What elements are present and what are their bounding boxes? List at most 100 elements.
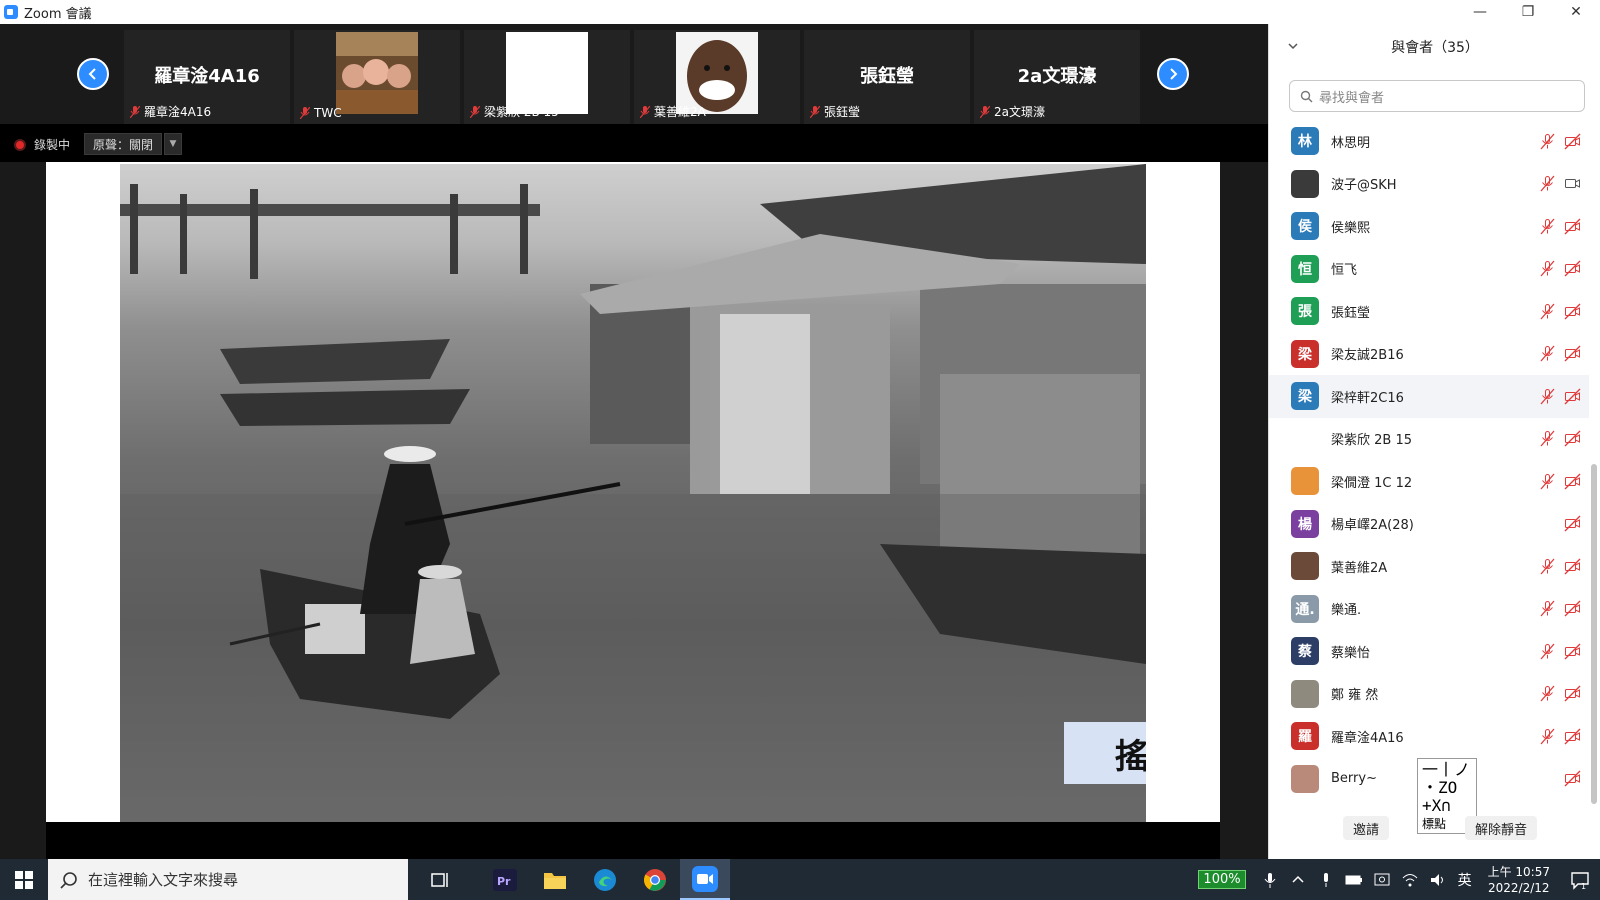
video-tile[interactable]: TWC (294, 30, 460, 124)
participant-row[interactable]: 梁梁梓軒2C16 (1269, 375, 1589, 418)
camera-off-icon[interactable] (1564, 728, 1581, 745)
participant-row[interactable]: 張張鈺瑩 (1269, 290, 1589, 333)
zoom-app[interactable] (680, 859, 730, 900)
camera-off-icon[interactable] (1564, 218, 1581, 235)
clock-time: 上午 10:57 (1487, 864, 1550, 879)
camera-off-icon[interactable] (1564, 303, 1581, 320)
video-tile[interactable]: 葉善維2A (634, 30, 800, 124)
battery-icon[interactable] (1345, 871, 1363, 889)
harbour-boats-image (120, 164, 1146, 822)
mic-muted-icon[interactable] (1539, 430, 1556, 447)
premiere-pro-icon: Pr (493, 868, 517, 891)
participant-name: Berry~ (1331, 771, 1377, 787)
mic-muted-icon[interactable] (1539, 685, 1556, 702)
microphone-tray-icon[interactable] (1317, 871, 1335, 889)
participant-row[interactable]: 恒恒飞 (1269, 248, 1589, 291)
participant-row[interactable]: 梁梁友誠2B16 (1269, 333, 1589, 376)
mic-muted-icon[interactable] (1539, 133, 1556, 150)
battery-percentage[interactable]: 100% (1198, 870, 1246, 889)
participant-row[interactable]: 楊楊卓嶧2A(28) (1269, 503, 1589, 546)
participant-thumbnail (336, 32, 418, 114)
notification-center-button[interactable]: 1 (1560, 859, 1600, 900)
chrome-app[interactable] (630, 859, 680, 900)
participant-row[interactable]: 梁僩澄 1C 12 (1269, 460, 1589, 503)
volume-icon[interactable] (1429, 871, 1447, 889)
participant-row[interactable]: 蔡蔡樂怡 (1269, 630, 1589, 673)
camera-off-icon[interactable] (1564, 133, 1581, 150)
mic-icon[interactable] (1261, 871, 1279, 889)
window-titlebar: Zoom 會議 — ❐ ✕ (0, 0, 1600, 24)
windows-taskbar: 在這裡輸入文字來搜尋 Pr 100% 英 上午 10:57 2022/2/12 … (0, 859, 1600, 900)
participant-row[interactable]: 侯侯樂熙 (1269, 205, 1589, 248)
video-tile[interactable]: 2a文璟濠 2a文璟濠 (974, 30, 1140, 124)
participant-row[interactable]: 梁紫欣 2B 15 (1269, 418, 1589, 461)
camera-off-icon[interactable] (1564, 600, 1581, 617)
start-button[interactable] (0, 859, 48, 900)
camera-off-icon[interactable] (1564, 430, 1581, 447)
taskbar-search-box[interactable]: 在這裡輸入文字來搜尋 (48, 859, 408, 900)
taskbar-clock[interactable]: 上午 10:57 2022/2/12 (1488, 864, 1550, 896)
participant-name: 恒飞 (1331, 263, 1358, 279)
original-sound-dropdown[interactable]: ▼ (164, 133, 182, 155)
participant-row[interactable]: 鄭 雍 然 (1269, 673, 1589, 716)
file-explorer-app[interactable] (530, 859, 580, 900)
mic-muted-icon[interactable] (1539, 473, 1556, 490)
maximize-button[interactable]: ❐ (1504, 0, 1552, 24)
participant-row[interactable]: 波子@SKH (1269, 163, 1589, 206)
camera-off-icon[interactable] (1564, 770, 1581, 787)
participant-name: 波子@SKH (1331, 178, 1397, 194)
mic-muted-icon[interactable] (1539, 388, 1556, 405)
mic-muted-icon[interactable] (1539, 175, 1556, 192)
camera-off-icon[interactable] (1564, 388, 1581, 405)
mic-muted-icon[interactable] (1539, 643, 1556, 660)
participant-row[interactable]: 葉善維2A (1269, 545, 1589, 588)
camera-off-icon[interactable] (1564, 643, 1581, 660)
input-language[interactable]: 英 (1458, 870, 1472, 890)
video-tile[interactable]: 梁紫欣 2B 15 (464, 30, 630, 124)
video-tile[interactable]: 羅章淦4A16 羅章淦4A16 (124, 30, 290, 124)
camera-off-icon[interactable] (1564, 345, 1581, 362)
camera-off-icon[interactable] (1564, 473, 1581, 490)
next-page-button[interactable] (1157, 58, 1189, 90)
participant-status-icons (1539, 473, 1581, 490)
premiere-pro-app[interactable]: Pr (480, 859, 530, 900)
recording-indicator[interactable]: 錄製中 (14, 136, 70, 153)
participant-list-scrollbar[interactable] (1591, 464, 1597, 804)
meet-now-icon[interactable] (1373, 871, 1391, 889)
mic-muted-icon[interactable] (1539, 345, 1556, 362)
task-view-button[interactable] (416, 859, 466, 900)
participant-row[interactable]: 林林思明 (1269, 120, 1589, 163)
camera-off-icon[interactable] (1564, 515, 1581, 532)
video-tile[interactable]: 張鈺瑩 張鈺瑩 (804, 30, 970, 124)
record-dot-icon (14, 138, 26, 151)
mic-muted-icon[interactable] (1539, 600, 1556, 617)
chevron-down-icon[interactable] (1287, 40, 1299, 52)
participant-search-input[interactable]: 尋找與會者 (1289, 80, 1585, 112)
participant-status-icons (1539, 133, 1581, 150)
participant-name: 張鈺瑩 (1331, 305, 1371, 321)
mic-muted-icon[interactable] (1539, 558, 1556, 575)
invite-button[interactable]: 邀請 (1343, 816, 1390, 840)
ime-row: 一丨ノ (1422, 760, 1471, 779)
minimize-button[interactable]: — (1456, 0, 1504, 24)
camera-off-icon[interactable] (1564, 260, 1581, 277)
edge-app[interactable] (580, 859, 630, 900)
task-view-icon (431, 872, 448, 887)
participant-row[interactable]: 羅羅章淦4A16 (1269, 715, 1589, 758)
zoom-logo-icon (4, 5, 18, 19)
camera-on-icon[interactable] (1564, 175, 1581, 192)
camera-off-icon[interactable] (1564, 685, 1581, 702)
chevron-up-icon[interactable] (1289, 871, 1307, 889)
original-sound-toggle[interactable]: 原聲：關閉 (84, 133, 163, 155)
unmute-all-button[interactable]: 解除靜音 (1465, 816, 1538, 840)
mic-muted-icon[interactable] (1539, 728, 1556, 745)
camera-off-icon[interactable] (1564, 558, 1581, 575)
mic-muted-icon[interactable] (1539, 303, 1556, 320)
prev-page-button[interactable] (77, 58, 109, 90)
mic-muted-icon[interactable] (1539, 260, 1556, 277)
mic-muted-icon[interactable] (1539, 218, 1556, 235)
close-button[interactable]: ✕ (1552, 0, 1600, 24)
wifi-icon[interactable] (1401, 871, 1419, 889)
participant-avatar: 張 (1291, 297, 1319, 326)
participant-row[interactable]: 通. 樂通. (1269, 588, 1589, 631)
